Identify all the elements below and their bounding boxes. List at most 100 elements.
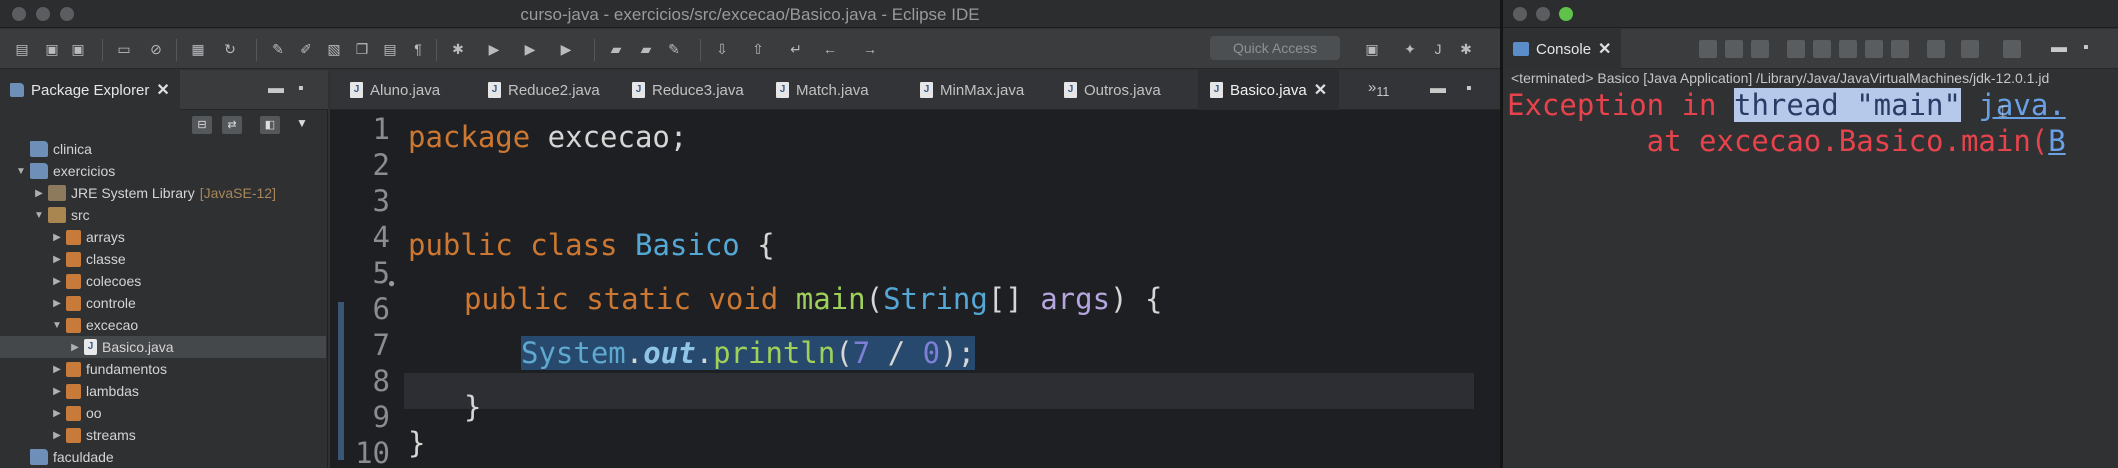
new-package-icon[interactable]: ▦ — [188, 39, 208, 59]
java-perspective-icon[interactable]: J — [1428, 39, 1448, 59]
collapse-all-icon[interactable]: ⊟ — [192, 116, 212, 134]
tree-item[interactable]: ▶ J Basico.java — [0, 336, 326, 358]
editor-tab[interactable]: J Outros.java — [1064, 70, 1161, 110]
forward-arrow-icon[interactable]: → — [860, 39, 880, 59]
minimize-view-icon[interactable]: ▬ — [2051, 39, 2067, 57]
code-area[interactable]: package excecao; public class Basico { p… — [394, 110, 1500, 468]
skip-breakpoints-icon[interactable]: ⊘ — [146, 39, 166, 59]
tab-overflow-indicator[interactable]: »11 — [1368, 79, 1389, 99]
tree-item[interactable]: clinica — [0, 138, 326, 160]
brush-icon[interactable]: ✎ — [664, 39, 684, 59]
editor-tab[interactable]: J MinMax.java — [920, 70, 1024, 110]
close-icon[interactable]: ✕ — [1314, 80, 1327, 100]
copy-icon[interactable]: ❐ — [352, 39, 372, 59]
expanded-arrow-icon[interactable]: ▼ — [32, 210, 46, 221]
word-wrap-icon[interactable] — [1839, 40, 1857, 58]
editor-tab[interactable]: J Reduce3.java — [632, 70, 744, 110]
save-all-icon[interactable]: ▣ — [68, 39, 88, 59]
tree-item[interactable]: ▼ excecao — [0, 314, 326, 336]
collapsed-arrow-icon[interactable]: ▶ — [50, 408, 64, 419]
minimize-window-button[interactable] — [1536, 7, 1550, 21]
tree-item[interactable]: ▶ JRE System Library [JavaSE-12] — [0, 182, 326, 204]
collapsed-arrow-icon[interactable]: ▶ — [50, 254, 64, 265]
maximize-view-icon[interactable]: ▪ — [2083, 39, 2089, 57]
editor-tab[interactable]: J Match.java — [776, 70, 869, 110]
debug-icon[interactable]: ✱ — [448, 39, 468, 59]
clear-console-icon[interactable] — [1787, 40, 1805, 58]
expanded-arrow-icon[interactable]: ▼ — [50, 320, 64, 331]
refresh-icon[interactable]: ↻ — [220, 39, 240, 59]
open-console-icon[interactable] — [2003, 40, 2021, 58]
collapsed-arrow-icon[interactable]: ▶ — [50, 298, 64, 309]
tree-item[interactable]: ▼ exercicios — [0, 160, 326, 182]
collapsed-arrow-icon[interactable]: ▶ — [50, 430, 64, 441]
console-line-2[interactable]: at excecao.Basico.main(B — [1507, 124, 2066, 158]
open-folder-icon[interactable]: ▰ — [636, 39, 656, 59]
terminate-icon[interactable] — [1699, 40, 1717, 58]
focus-icon[interactable]: ◧ — [260, 116, 280, 134]
display-console-icon[interactable] — [1961, 40, 1979, 58]
block-select-icon[interactable]: ▧ — [324, 39, 344, 59]
collapsed-arrow-icon[interactable]: ▶ — [50, 386, 64, 397]
editor-tab[interactable]: J Reduce2.java — [488, 70, 600, 110]
previous-annotation-icon[interactable]: ⇧ — [748, 39, 768, 59]
collapsed-arrow-icon[interactable]: ▶ — [50, 364, 64, 375]
remove-launch-icon[interactable] — [1725, 40, 1743, 58]
tree-item[interactable]: ▶ lambdas — [0, 380, 326, 402]
collapsed-arrow-icon[interactable]: ▶ — [50, 232, 64, 243]
minimize-editor-icon[interactable]: ▬ — [1430, 80, 1446, 98]
remove-all-terminated-icon[interactable] — [1751, 40, 1769, 58]
back-arrow-icon[interactable]: ← — [820, 39, 840, 59]
tree-item[interactable]: ▶ oo — [0, 402, 326, 424]
collapsed-arrow-icon[interactable]: ▶ — [50, 276, 64, 287]
tree-item[interactable]: ▼ src — [0, 204, 326, 226]
tree-item[interactable]: ▶ fundamentos — [0, 358, 326, 380]
show-on-output-icon[interactable] — [1865, 40, 1883, 58]
collapsed-arrow-icon[interactable]: ▶ — [32, 188, 46, 199]
tree-item[interactable]: ▶ classe — [0, 248, 326, 270]
maximize-view-icon[interactable]: ▪ — [298, 80, 304, 98]
editor-tab[interactable]: J Aluno.java — [350, 70, 440, 110]
open-perspective-icon[interactable]: ▣ — [1362, 39, 1382, 59]
pin-console-icon[interactable] — [1927, 40, 1945, 58]
terminal-icon[interactable]: ▭ — [114, 39, 134, 59]
close-icon[interactable]: ✕ — [156, 80, 169, 100]
java-ee-perspective-icon[interactable]: ✦ — [1400, 39, 1420, 59]
debug-perspective-icon[interactable]: ✱ — [1456, 39, 1476, 59]
pen-icon[interactable]: ✐ — [296, 39, 316, 59]
close-window-button[interactable] — [1513, 7, 1527, 21]
console-tab[interactable]: Console ✕ — [1503, 29, 1622, 69]
external-tools-icon[interactable]: ▶ — [556, 39, 576, 59]
save-icon[interactable]: ▣ — [42, 39, 62, 59]
expanded-arrow-icon[interactable]: ▼ — [14, 166, 28, 177]
tree-item[interactable]: ▶ streams — [0, 424, 326, 446]
show-on-error-icon[interactable] — [1891, 40, 1909, 58]
maximize-editor-icon[interactable]: ▪ — [1466, 80, 1472, 98]
close-icon[interactable]: ✕ — [1598, 39, 1611, 59]
new-file-icon[interactable]: ▤ — [12, 39, 32, 59]
console-line-1[interactable]: Exception in thread "main" java. — [1507, 88, 2066, 122]
tree-item[interactable]: faculdade — [0, 446, 326, 468]
link-with-editor-icon[interactable]: ⇄ — [222, 116, 242, 134]
toggle-mark-icon[interactable]: ✎ — [268, 39, 288, 59]
package-explorer-tab[interactable]: Package Explorer ✕ — [0, 70, 180, 110]
tree-item[interactable]: ▶ controle — [0, 292, 326, 314]
view-menu-icon[interactable]: ▼ — [296, 116, 308, 130]
minimize-view-icon[interactable]: ▬ — [268, 80, 284, 98]
editor-tab[interactable]: J Basico.java ✕ — [1198, 70, 1340, 110]
zoom-window-button[interactable] — [1559, 7, 1573, 21]
pilcrow-icon[interactable]: ¶ — [408, 39, 428, 59]
console-stacktrace-link[interactable]: java. — [1978, 88, 2065, 122]
next-annotation-icon[interactable]: ⇩ — [712, 39, 732, 59]
console-source-link[interactable]: B — [2048, 124, 2065, 158]
tree-item[interactable]: ▶ colecoes — [0, 270, 326, 292]
quick-access-field[interactable]: Quick Access — [1210, 36, 1340, 60]
collapsed-arrow-icon[interactable]: ▶ — [68, 342, 82, 353]
open-type-icon[interactable]: ▰ — [606, 39, 626, 59]
run-icon[interactable]: ▶ — [484, 39, 504, 59]
tree-item[interactable]: ▶ arrays — [0, 226, 326, 248]
last-edit-icon[interactable]: ↵ — [786, 39, 806, 59]
scroll-lock-icon[interactable] — [1813, 40, 1831, 58]
coverage-icon[interactable]: ▶ — [520, 39, 540, 59]
document-icon[interactable]: ▤ — [380, 39, 400, 59]
